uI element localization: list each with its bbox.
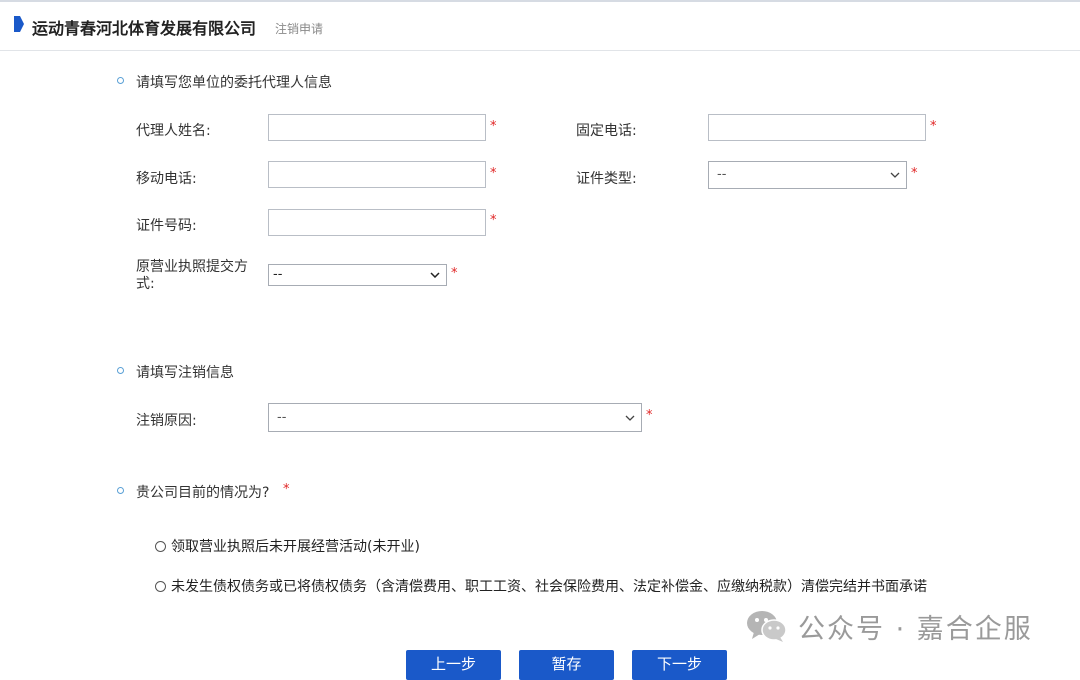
page-subtitle: 注销申请 <box>275 22 324 36</box>
id-number-label: 证件号码: <box>136 218 197 234</box>
wechat-icon <box>747 611 787 642</box>
status-option-label: 未发生债权债务或已将债权债务（含清偿费用、职工工资、社会保险费用、法定补偿金、应… <box>171 579 927 595</box>
mobile-label: 移动电话: <box>136 171 197 187</box>
status-option-label: 领取营业执照后未开展经营活动(未开业) <box>171 539 420 555</box>
required-mark: * <box>451 266 458 281</box>
license-submit-select[interactable]: -- <box>268 264 447 286</box>
mobile-input[interactable] <box>268 161 486 188</box>
chevron-down-icon <box>625 415 635 421</box>
id-type-label: 证件类型: <box>576 171 637 187</box>
prev-step-button[interactable]: 上一步 <box>406 650 501 680</box>
save-draft-button[interactable]: 暂存 <box>519 650 614 680</box>
id-number-input[interactable] <box>268 209 486 236</box>
license-submit-label: 原营业执照提交方式: <box>136 259 248 292</box>
radio-button[interactable] <box>155 540 166 552</box>
landline-input[interactable] <box>708 114 926 141</box>
watermark-text: 公众号 · 嘉合企服 <box>798 613 1033 645</box>
chevron-down-icon <box>890 172 900 178</box>
section-bullet-icon <box>117 487 124 494</box>
required-mark: * <box>646 408 653 423</box>
section-status-title: 贵公司目前的情况为? <box>136 485 270 501</box>
cancel-reason-label: 注销原因: <box>136 413 197 429</box>
radio-button[interactable] <box>155 580 166 592</box>
landline-label: 固定电话: <box>576 123 637 139</box>
status-option-not-opened[interactable]: 领取营业执照后未开展经营活动(未开业) <box>155 536 420 556</box>
required-mark: * <box>930 119 937 134</box>
required-mark: * <box>490 213 497 228</box>
required-mark: * <box>911 166 918 181</box>
agent-name-label: 代理人姓名: <box>136 123 211 139</box>
cancel-reason-value: -- <box>277 409 287 425</box>
page-header: 运动青春河北体育发展有限公司 注销申请 <box>0 2 1080 51</box>
required-mark: * <box>490 166 497 181</box>
section-agent-title: 请填写您单位的委托代理人信息 <box>136 75 332 91</box>
watermark: 公众号 · 嘉合企服 <box>746 606 1033 646</box>
chevron-down-icon <box>430 272 440 278</box>
license-submit-value: -- <box>273 267 283 283</box>
company-title: 运动青春河北体育发展有限公司 <box>32 19 257 38</box>
agent-name-input[interactable] <box>268 114 486 141</box>
section-bullet-icon <box>117 77 124 84</box>
next-step-button[interactable]: 下一步 <box>632 650 727 680</box>
required-mark: * <box>490 119 497 134</box>
status-option-debts-settled[interactable]: 未发生债权债务或已将债权债务（含清偿费用、职工工资、社会保险费用、法定补偿金、应… <box>155 576 927 596</box>
title-marker-icon <box>14 16 24 32</box>
section-bullet-icon <box>117 367 124 374</box>
id-type-value: -- <box>717 167 727 183</box>
id-type-select[interactable]: -- <box>708 161 907 189</box>
cancel-reason-select[interactable]: -- <box>268 403 642 432</box>
required-mark: * <box>283 482 290 497</box>
section-cancel-title: 请填写注销信息 <box>136 365 234 381</box>
